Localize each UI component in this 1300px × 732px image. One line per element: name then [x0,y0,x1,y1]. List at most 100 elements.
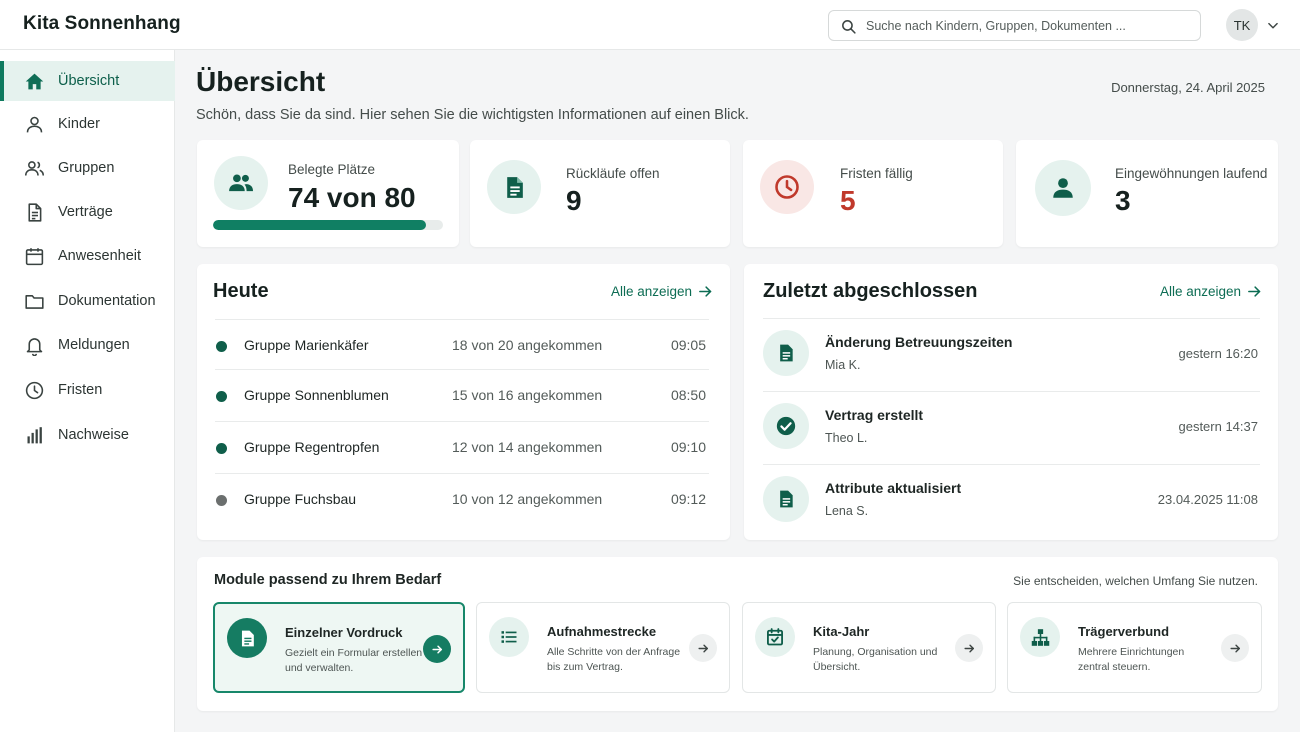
today-row[interactable]: Gruppe Regentropfen 12 von 14 angekommen… [215,421,709,473]
module-icon-circle [755,617,795,657]
today-view-all-link[interactable]: Alle anzeigen [611,284,713,299]
module-description: Alle Schritte von der Anfrage bis zum Ve… [547,646,681,673]
arrow-right-icon [431,644,442,654]
group-name: Gruppe Marienkäfer [244,337,369,353]
sidebar-item-anwesenheit[interactable]: Anwesenheit [0,236,175,276]
chevron-down-icon[interactable] [1266,19,1280,33]
stat-value: 5 [840,185,856,216]
sidebar-item-label: Anwesenheit [58,248,142,264]
search-box[interactable] [828,10,1201,41]
sidebar-item-label: Dokumentation [58,293,156,309]
person-icon [26,116,43,133]
group-icon [229,174,254,192]
module-name: Aufnahmestrecke [547,624,657,639]
recent-time: 23.04.2025 11:08 [1157,492,1258,507]
status-dot [216,495,227,506]
page-subtitle: Schön, dass Sie da sind. Hier sehen Sie … [196,107,749,123]
module-card-kita-jahr[interactable]: Kita-Jahr Planung, Organisation und Über… [742,602,996,693]
arrival-count: 10 von 12 angekommen [452,491,603,507]
recent-icon-circle [763,330,809,376]
document-icon [780,490,793,508]
modules-note: Sie entscheiden, welchen Umfang Sie nutz… [1013,574,1258,588]
stat-icon-circle [760,160,814,214]
search-icon [842,20,856,34]
document-icon [28,203,42,222]
document-icon [506,176,523,198]
stat-card-belegte-plaetze[interactable]: Belegte Plätze 74 von 80 [197,140,459,247]
stat-icon-circle [214,156,268,210]
sidebar-item-kinder[interactable]: Kinder [0,104,175,144]
today-row[interactable]: Gruppe Sonnenblumen 15 von 16 angekommen… [215,369,709,421]
module-open-button[interactable] [955,634,983,662]
sidebar-item-dokumentation[interactable]: Dokumentation [0,281,175,321]
modules-title: Module passend zu Ihrem Bedarf [214,572,442,588]
sidebar-item-gruppen[interactable]: Gruppen [0,148,175,188]
module-open-button[interactable] [1221,634,1249,662]
person-icon [1053,178,1073,198]
top-bar: Kita Sonnenhang TK [0,0,1300,50]
stat-value: 3 [1115,185,1131,216]
sidebar-item-vertraege[interactable]: Verträge [0,192,175,232]
module-description: Planung, Organisation und Übersicht. [813,646,938,673]
module-icon-circle [1020,617,1060,657]
module-card-aufnahmestrecke[interactable]: Aufnahmestrecke Alle Schritte von der An… [476,602,730,693]
recent-item[interactable]: Änderung Betreuungszeiten Mia K. gestern… [763,318,1260,391]
recent-person: Lena S. [825,504,869,518]
recent-title: Vertrag erstellt [825,407,924,423]
sidebar-item-meldungen[interactable]: Meldungen [0,325,175,365]
recent-panel: Zuletzt abgeschlossen Alle anzeigen Ände… [744,264,1278,540]
module-description: Gezielt ein Formular erstellen und verwa… [285,647,423,674]
recent-icon-circle [763,476,809,522]
arrival-count: 15 von 16 angekommen [452,387,603,403]
stat-card-fristen[interactable]: Fristen fällig 5 [743,140,1003,247]
sidebar-item-label: Fristen [58,382,103,398]
stat-label: Fristen fällig [840,166,913,181]
arrow-right-icon [1229,644,1240,652]
user-avatar[interactable]: TK [1226,9,1258,41]
sidebar-item-label: Nachweise [58,427,129,443]
group-name: Gruppe Regentropfen [244,439,380,455]
sidebar-item-fristen[interactable]: Fristen [0,370,175,410]
stat-value: 9 [566,185,582,216]
stat-icon-circle [1035,160,1091,216]
stat-card-ruecklaeufe[interactable]: Rückläufe offen 9 [470,140,730,247]
sidebar-item-label: Kinder [58,116,100,132]
group-name: Gruppe Sonnenblumen [244,387,389,403]
sidebar: Übersicht Kinder Gruppen Verträge Anwese… [0,50,175,732]
search-input[interactable] [866,11,1196,40]
arrival-time: 08:50 [670,387,706,403]
occupancy-progress-fill [213,220,426,230]
sidebar-item-uebersicht[interactable]: Übersicht [0,61,175,101]
recent-view-all-link[interactable]: Alle anzeigen [1160,284,1262,299]
calendar-check-icon [767,628,783,646]
recent-person: Theo L. [825,431,868,445]
recent-item[interactable]: Attribute aktualisiert Lena S. 23.04.202… [763,464,1260,537]
recent-item[interactable]: Vertrag erstellt Theo L. gestern 14:37 [763,391,1260,464]
arrival-time: 09:05 [670,337,706,353]
module-icon-circle [489,617,529,657]
module-description: Mehrere Einrichtungen zentral steuern. [1078,646,1185,673]
document-icon [241,630,254,646]
page-title: Übersicht [196,66,326,97]
folder-icon [25,295,44,309]
stat-card-eingewoehnungen[interactable]: Eingewöhnungen laufend 3 [1016,140,1278,247]
today-row[interactable]: Gruppe Fuchsbau 10 von 12 angekommen 09:… [215,473,709,525]
panel-title: Heute [213,280,269,302]
module-open-button[interactable] [689,634,717,662]
module-card-einzelner-vordruck[interactable]: Einzelner Vordruck Gezielt ein Formular … [213,602,465,693]
link-label: Alle anzeigen [610,284,692,299]
current-date: Donnerstag, 24. April 2025 [1111,80,1265,95]
arrow-right-icon [1248,286,1261,297]
recent-title: Attribute aktualisiert [825,480,962,496]
module-open-button[interactable] [423,635,451,663]
stat-label: Eingewöhnungen laufend [1115,166,1268,181]
sidebar-item-nachweise[interactable]: Nachweise [0,415,175,455]
recent-person: Mia K. [825,358,861,372]
stat-icon-circle [487,160,541,214]
arrow-right-icon [697,644,708,652]
occupancy-progress-bar [213,220,443,230]
module-card-traegerverbund[interactable]: Trägerverbund Mehrere Einrichtungen zent… [1007,602,1262,693]
today-row[interactable]: Gruppe Marienkäfer 18 von 20 angekommen … [215,319,709,371]
status-dot [216,391,227,402]
bell-icon [26,338,43,356]
